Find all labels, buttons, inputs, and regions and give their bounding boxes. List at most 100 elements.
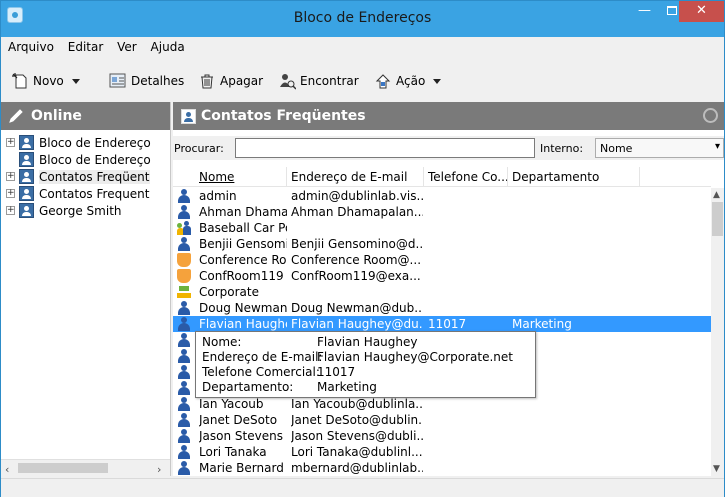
details-button-label: Detalhes [131,74,185,88]
tree-item-george-smith[interactable]: George Smith [19,202,122,219]
table-row[interactable]: admin admin@dublinlab.vis... [173,188,711,204]
delete-button[interactable]: Apagar [198,70,263,92]
table-row[interactable]: Lori Tanaka Lori Tanaka@dublinl... [173,444,711,460]
cell-name: Lori Tanaka [199,445,267,459]
chevron-down-icon[interactable] [433,78,442,84]
address-book-icon [19,203,34,218]
table-row[interactable]: Conference Ro... Conference Room@... [173,252,711,268]
person-icon [177,237,191,251]
tree-item-address-book-2[interactable]: Bloco de Endereço [19,151,151,168]
tooltip-value: Flavian Haughey@Corporate.net [317,350,513,364]
table-row[interactable]: Doug Newman Doug Newman@dub... [173,300,711,316]
tree-expand-icon[interactable]: + [6,138,15,147]
cell-name: ConfRoom119 [199,269,284,283]
contact-tooltip: Nome: Flavian Haughey Endereço de E-mail… [195,331,536,398]
scroll-down-icon[interactable]: ▼ [713,464,720,474]
scroll-thumb[interactable] [712,202,723,236]
table-row[interactable]: Ian Yacoub Ian Yacoub@dublinla... [173,396,711,412]
corp-icon [177,285,191,299]
new-button[interactable]: Novo [11,70,80,92]
minimize-button[interactable]: — [631,1,658,22]
sync-icon[interactable] [703,108,718,123]
window-title: Bloco de Endereços [293,10,432,26]
room-icon [177,269,191,283]
cell-email: Doug Newman@dub... [291,301,423,315]
internal-select[interactable]: Nome ▾ [595,138,724,158]
tree-expand-icon[interactable]: + [6,206,15,215]
table-row[interactable]: Benjii Gensomi... Benjii Gensomino@d... [173,236,711,252]
address-book-icon [19,186,34,201]
internal-select-value: Nome [600,142,633,155]
scroll-up-icon[interactable]: ▲ [713,190,720,200]
menu-ver[interactable]: Ver [112,37,142,57]
person-icon [177,301,191,315]
tooltip-label: Nome: [202,335,242,349]
online-header: Online [1,102,170,130]
scroll-thumb[interactable] [18,463,108,473]
find-button[interactable]: Encontrar [278,70,359,92]
tree-item-frequent-contacts[interactable]: Contatos Frequent [19,185,150,202]
tree-item-label: Contatos Freqüent [39,169,150,184]
cell-email: Jason Stevens@dubli... [291,429,423,443]
contacts-header-icon [181,108,196,124]
column-header-department[interactable]: Departamento [512,170,599,184]
action-button[interactable]: Ação [374,70,442,92]
person-icon [177,381,191,395]
table-row[interactable]: Marie Bernard mbernard@dublinlab... [173,460,711,476]
tooltip-label: Departamento: [202,380,294,394]
cell-email: Janet DeSoto@dublin... [291,413,423,427]
person-icon [177,397,191,411]
details-button[interactable]: Detalhes [109,70,184,92]
tooltip-label: Telefone Comercial: [202,365,320,379]
cell-name: Ian Yacoub [199,397,264,411]
column-header-email[interactable]: Endereço de E-mail [291,170,407,184]
cell-email: Lori Tanaka@dublinl... [291,445,423,459]
vertical-scrollbar[interactable]: ▲ ▼ [711,188,724,476]
menu-ajuda[interactable]: Ajuda [146,37,190,57]
frequent-contacts-title: Contatos Freqüentes [201,108,366,124]
cell-email: Flavian Haughey@du... [291,317,423,331]
table-row[interactable]: Ahman Dhama... Ahman Dhamapalan... [173,204,711,220]
person-icon [177,365,191,379]
tooltip-label: Endereço de E-mail: [202,350,323,364]
address-book-window: Bloco de Endereços — ✕ Arquivo Editar Ve… [0,0,725,497]
tree-item-address-book-1[interactable]: Bloco de Endereço [19,134,151,151]
cell-name: Conference Ro... [199,253,287,267]
tree-item-frequent-contacts-selected[interactable]: Contatos Freqüent [19,168,150,185]
table-row[interactable]: Janet DeSoto Janet DeSoto@dublin... [173,412,711,428]
person-icon [177,205,191,219]
table-row[interactable]: Jason Stevens Jason Stevens@dubli... [173,428,711,444]
table-row[interactable]: Baseball Car Pool [173,220,711,236]
table-row[interactable]: Flavian Haughey Flavian Haughey@du... 1101… [173,316,711,332]
tooltip-value: 11017 [317,365,356,379]
action-button-label: Ação [396,74,426,88]
online-pen-icon [9,109,23,123]
chevron-down-icon[interactable] [71,78,80,84]
cell-phone: 11017 [428,317,467,331]
cell-email: Ian Yacoub@dublinla... [291,397,423,411]
table-row[interactable]: ConfRoom119 ConfRoom119@exa... [173,268,711,284]
chevron-down-icon: ▾ [714,141,720,152]
search-input[interactable] [235,138,535,158]
right-pane: Contatos Freqüentes Procurar: Interno: N… [173,102,724,476]
menu-editar[interactable]: Editar [63,37,109,57]
table-row[interactable]: Corporate [173,284,711,300]
close-button[interactable]: ✕ [679,1,724,22]
tree-item-label: Contatos Frequent [39,186,150,201]
cell-name: Benjii Gensomi... [199,237,287,251]
search-label: Procurar: [174,142,224,155]
menu-arquivo[interactable]: Arquivo [1,37,59,57]
cell-name: admin [199,189,237,203]
scroll-right-icon[interactable]: › [157,463,161,476]
column-header-phone[interactable]: Telefone Co... [428,170,509,184]
scroll-left-icon[interactable]: ‹ [5,463,9,476]
cell-name: Marie Bernard [199,461,284,475]
tooltip-value: Marketing [317,380,377,394]
left-horizontal-scrollbar[interactable]: ‹ › [1,459,170,476]
tree-item-label: Bloco de Endereço [39,135,151,150]
tree-expand-icon[interactable]: + [6,189,15,198]
address-book-icon [19,169,34,184]
cell-email: admin@dublinlab.vis... [291,189,423,203]
tree-expand-icon[interactable]: + [6,172,15,181]
column-header-name[interactable]: Nome [199,170,234,184]
